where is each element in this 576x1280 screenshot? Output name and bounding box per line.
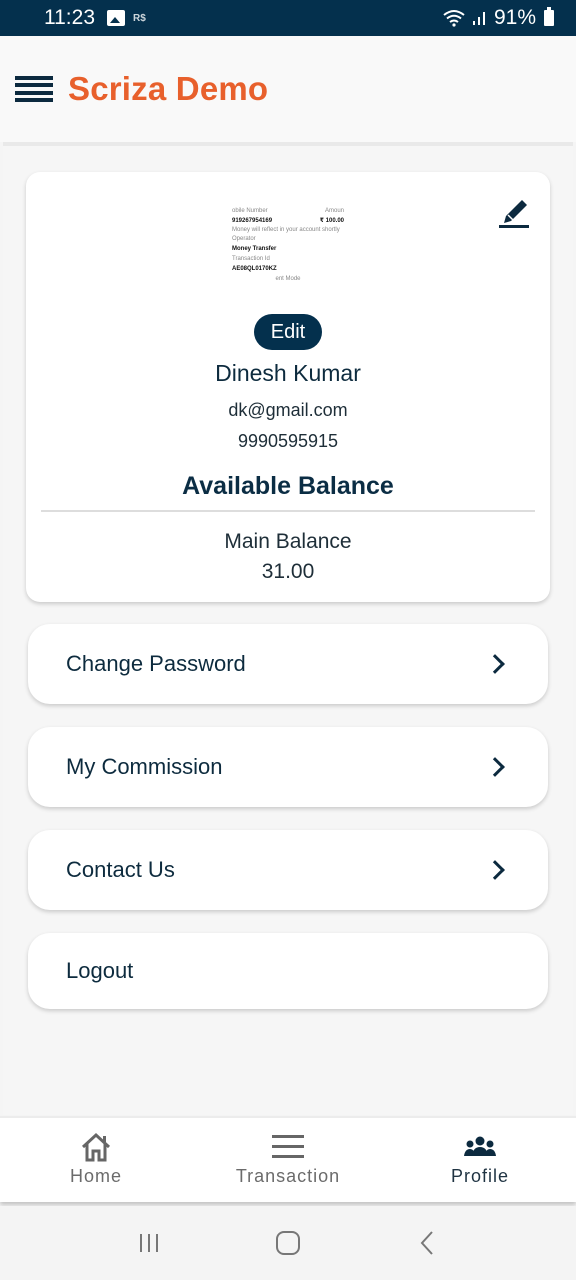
- main-balance-value: 31.00: [261, 560, 315, 583]
- recent-apps-button[interactable]: [129, 1223, 169, 1263]
- app-title: Scriza Demo: [68, 70, 269, 107]
- home-circle-icon: [275, 1231, 300, 1255]
- avatar-mobile-value: 919267954169: [232, 218, 273, 224]
- menu-item-label: My Commission: [66, 754, 223, 779]
- avatar-txn-value: AE08QL0170KZ: [232, 266, 277, 272]
- status-bar: 11:23 R$ 91%: [0, 0, 576, 36]
- avatar-amount-value: ₹ 100.00: [319, 218, 344, 224]
- chevron-right-icon: [485, 860, 505, 880]
- nav-home-label: Home: [69, 1166, 122, 1186]
- nav-profile-label: Profile: [450, 1166, 510, 1186]
- system-nav-bar: [0, 1206, 576, 1280]
- chevron-right-icon: [485, 757, 505, 777]
- battery-icon: [544, 7, 554, 26]
- status-time: 11:23: [44, 6, 95, 29]
- image-icon: [107, 10, 125, 26]
- signal-icon: [472, 12, 485, 25]
- home-icon: [81, 1132, 111, 1162]
- main-balance-label: Main Balance: [224, 530, 352, 553]
- avatar-txn-label: Transaction Id: [232, 256, 270, 262]
- user-phone: 9990595915: [237, 431, 339, 451]
- user-name: Dinesh Kumar: [215, 360, 361, 386]
- nav-profile[interactable]: Profile: [384, 1118, 576, 1202]
- menu-item-contact-us[interactable]: Contact Us: [28, 830, 548, 910]
- avatar-mode-label: ent Mode: [275, 276, 301, 282]
- edit-pencil-icon[interactable]: [496, 192, 532, 228]
- menu-item-my-commission[interactable]: My Commission: [28, 727, 548, 807]
- battery-percent: 91%: [493, 6, 536, 29]
- home-system-button[interactable]: [268, 1223, 308, 1263]
- avatar-mobile-label: obile Number: [232, 208, 268, 214]
- avatar-note: Money will reflect in your account short…: [232, 227, 340, 233]
- menu-item-label: Logout: [66, 958, 134, 983]
- available-balance-heading: Available Balance: [182, 472, 394, 500]
- recent-apps-icon: [140, 1234, 159, 1252]
- menu-item-label: Contact Us: [66, 857, 175, 882]
- chevron-right-icon: [485, 654, 505, 674]
- wifi-icon: [443, 10, 465, 27]
- people-icon: [464, 1136, 496, 1156]
- avatar-operator-label: Operator: [232, 236, 256, 242]
- edit-avatar-button[interactable]: Edit: [254, 314, 322, 350]
- bottom-nav: Home Transaction Profile: [0, 1116, 576, 1202]
- nav-transaction[interactable]: Transaction: [192, 1118, 384, 1202]
- divider: [41, 510, 535, 512]
- avatar-amount-label: Amoun: [324, 208, 344, 214]
- list-icon: [272, 1135, 304, 1158]
- back-button[interactable]: [407, 1223, 447, 1263]
- profile-content: obile Number Amoun 919267954169 ₹ 100.00 M…: [3, 142, 573, 1116]
- app-bar: Scriza Demo: [0, 36, 576, 142]
- user-email: dk@gmail.com: [228, 400, 348, 420]
- profile-card: obile Number Amoun 919267954169 ₹ 100.00 M…: [26, 172, 550, 602]
- back-icon: [420, 1231, 433, 1255]
- avatar-operator-value: Money Transfer: [232, 246, 277, 252]
- nav-home[interactable]: Home: [0, 1118, 192, 1202]
- rs-app-icon: R$: [133, 12, 146, 24]
- avatar[interactable]: obile Number Amoun 919267954169 ₹ 100.00 M…: [226, 186, 350, 302]
- nav-transaction-label: Transaction: [235, 1166, 341, 1186]
- menu-item-change-password[interactable]: Change Password: [28, 624, 548, 704]
- hamburger-icon[interactable]: [15, 76, 53, 102]
- menu-item-logout[interactable]: Logout: [28, 933, 548, 1009]
- menu-item-label: Change Password: [66, 651, 246, 676]
